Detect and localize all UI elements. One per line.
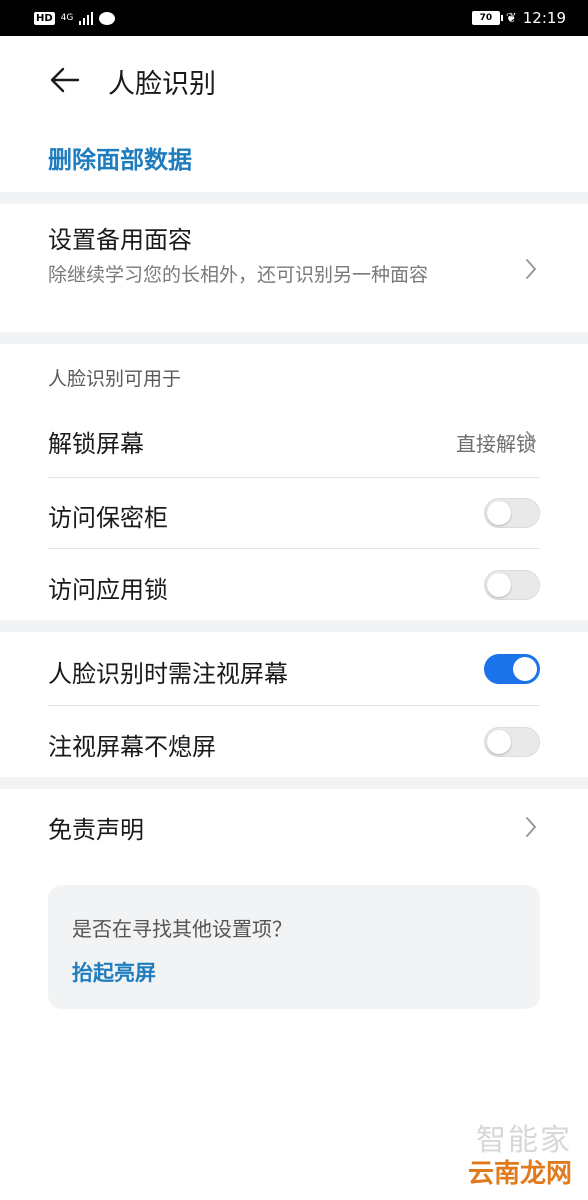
keep-screen-on-item: 注视屏幕不熄屏 — [48, 727, 540, 763]
app-header: 人脸识别 — [0, 36, 588, 124]
backup-face-title: 设置备用面容 — [48, 226, 192, 254]
backup-face-subtitle: 除继续学习您的长相外，还可识别另一种面容 — [48, 264, 429, 286]
require-gaze-toggle[interactable] — [484, 654, 540, 684]
vault-title: 访问保密柜 — [48, 504, 168, 532]
divider — [48, 548, 540, 549]
vault-toggle[interactable] — [484, 498, 540, 528]
divider — [48, 477, 540, 478]
delete-face-data-button[interactable]: 删除面部数据 — [48, 140, 192, 175]
back-arrow-icon[interactable] — [48, 64, 80, 96]
hd-badge: HD — [34, 11, 55, 25]
toggle-knob — [487, 501, 511, 525]
vault-item: 访问保密柜 — [48, 498, 540, 534]
clock: 12:19 — [522, 9, 566, 27]
suggestion-card: 是否在寻找其他设置项？ 抬起亮屏 — [48, 885, 540, 1009]
battery-level: 70 — [479, 13, 493, 23]
chevron-right-icon — [524, 258, 538, 280]
status-bar: HD 4G 70 ❦ 12:19 — [0, 0, 588, 36]
status-right: 70 ❦ 12:19 — [471, 9, 566, 27]
disclaimer-title: 免责声明 — [48, 816, 144, 844]
status-left: HD 4G — [34, 11, 116, 25]
keep-screen-on-title: 注视屏幕不熄屏 — [48, 733, 216, 761]
toggle-knob — [513, 657, 537, 681]
power-saving-leaf-icon: ❦ — [505, 10, 517, 26]
divider — [48, 705, 540, 706]
app-lock-title: 访问应用锁 — [48, 576, 168, 604]
section-gap — [0, 192, 588, 204]
chevron-right-icon — [524, 430, 538, 452]
chevron-right-icon — [524, 816, 538, 838]
message-icon — [99, 11, 116, 25]
network-type: 4G — [60, 13, 74, 23]
require-gaze-item: 人脸识别时需注视屏幕 — [48, 654, 540, 690]
signal-icon — [79, 11, 94, 25]
app-lock-item: 访问应用锁 — [48, 570, 540, 606]
battery-icon: 70 — [471, 11, 503, 25]
toggle-knob — [487, 730, 511, 754]
toggle-knob — [487, 573, 511, 597]
page-title: 人脸识别 — [108, 69, 216, 100]
raise-to-wake-link[interactable]: 抬起亮屏 — [72, 957, 156, 987]
watermark: 智能家 云南龙网 — [468, 1115, 572, 1190]
app-lock-toggle[interactable] — [484, 570, 540, 600]
section-gap — [0, 332, 588, 344]
backup-face-item[interactable]: 设置备用面容 除继续学习您的长相外，还可识别另一种面容 — [48, 220, 540, 324]
keep-screen-on-toggle[interactable] — [484, 727, 540, 757]
disclaimer-item[interactable]: 免责声明 — [48, 810, 540, 846]
watermark-bottom: 云南龙网 — [467, 1159, 572, 1189]
suggestion-question: 是否在寻找其他设置项？ — [72, 917, 292, 941]
usage-section-label: 人脸识别可用于 — [48, 368, 182, 390]
section-gap — [0, 620, 588, 632]
require-gaze-title: 人脸识别时需注视屏幕 — [48, 660, 288, 688]
section-gap — [0, 777, 588, 789]
